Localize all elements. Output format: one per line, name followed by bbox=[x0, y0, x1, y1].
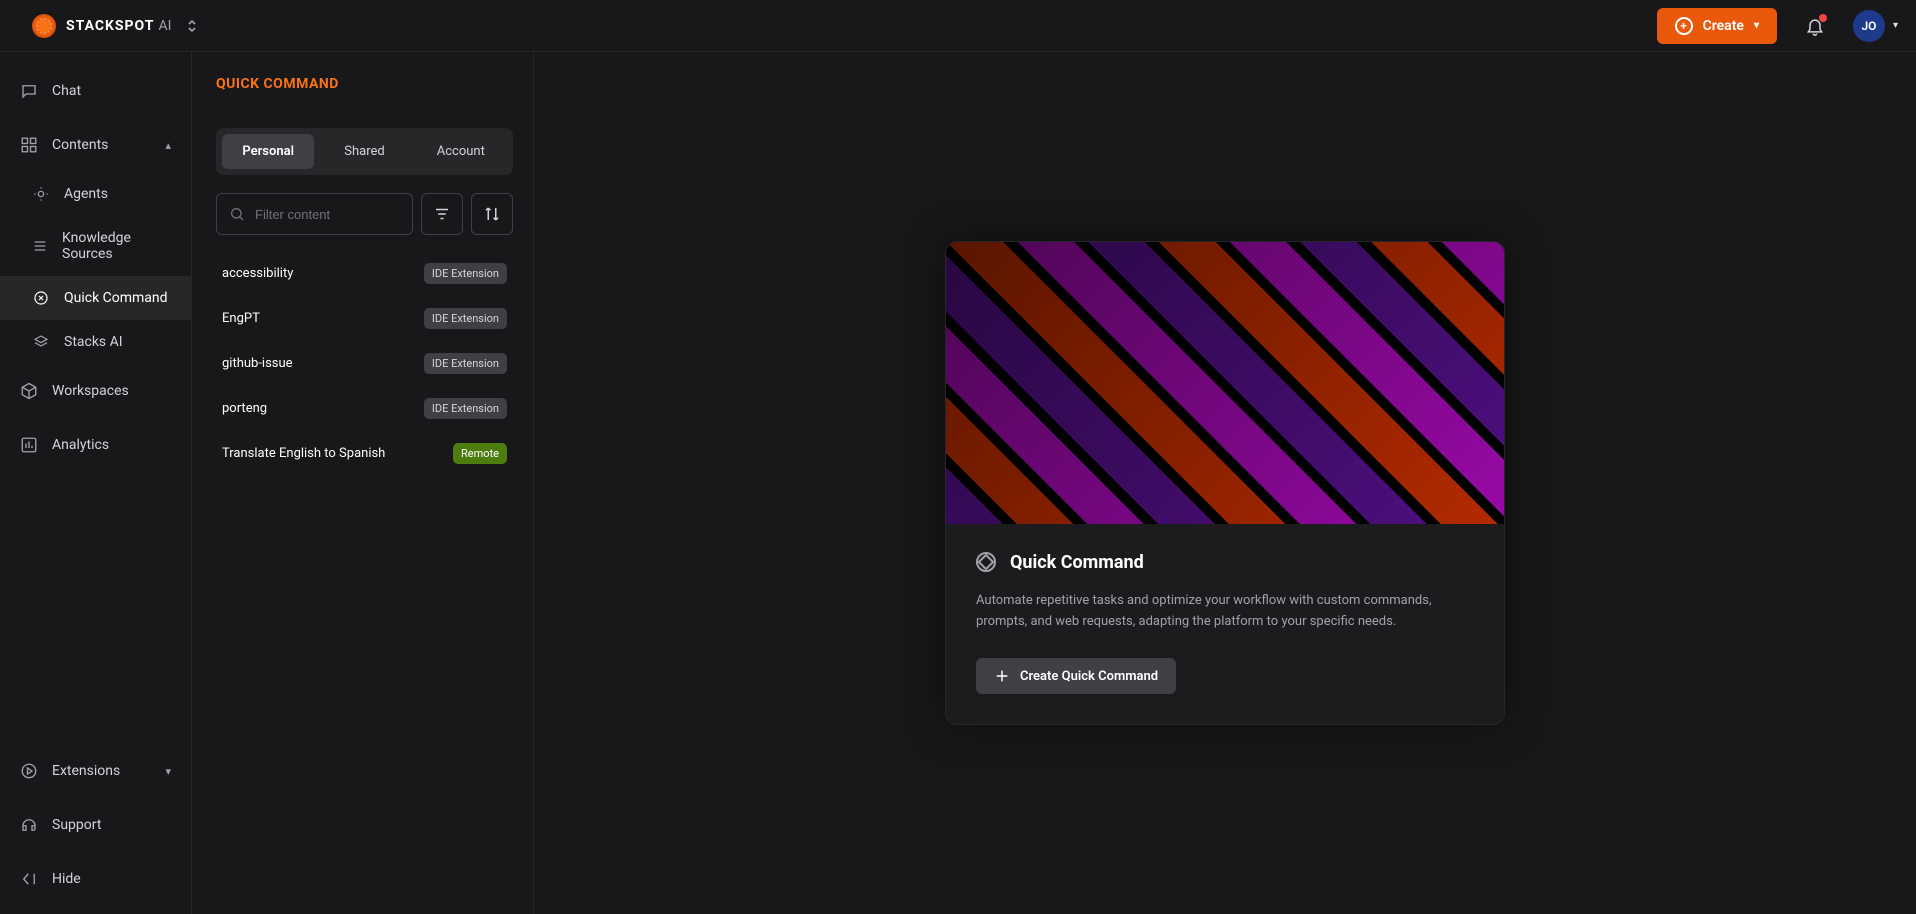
search-icon bbox=[229, 206, 245, 222]
play-icon bbox=[20, 762, 38, 780]
tab-shared[interactable]: Shared bbox=[318, 134, 410, 169]
panel-title: QUICK COMMAND bbox=[216, 76, 513, 92]
brand-name: STACKSPOTAI bbox=[66, 18, 171, 34]
updown-icon bbox=[187, 19, 197, 33]
sidebar-item-label: Knowledge Sources bbox=[62, 230, 171, 262]
notification-dot-icon bbox=[1819, 14, 1827, 22]
command-list: accessibility IDE Extension EngPT IDE Ex… bbox=[216, 251, 513, 476]
badge-remote: Remote bbox=[453, 443, 507, 464]
sidebar-item-label: Workspaces bbox=[52, 383, 129, 399]
chevron-down-icon: ▾ bbox=[1754, 20, 1759, 31]
cta-label: Create Quick Command bbox=[1020, 669, 1158, 684]
search-input-wrap bbox=[216, 193, 413, 235]
tab-personal[interactable]: Personal bbox=[222, 134, 314, 169]
main-content: Quick Command Automate repetitive tasks … bbox=[534, 52, 1916, 914]
headset-icon bbox=[20, 816, 38, 834]
plus-circle-icon: + bbox=[1675, 17, 1693, 35]
sidebar-item-label: Extensions bbox=[52, 763, 120, 779]
stack-icon bbox=[32, 238, 48, 254]
filter-icon bbox=[433, 205, 451, 223]
sidebar-item-agents[interactable]: Agents bbox=[0, 172, 191, 216]
scope-tabs: Personal Shared Account bbox=[216, 128, 513, 175]
sidebar-item-label: Support bbox=[52, 817, 101, 833]
badge-ide-extension: IDE Extension bbox=[424, 308, 507, 329]
card-description: Automate repetitive tasks and optimize y… bbox=[976, 591, 1474, 633]
command-ring-icon bbox=[976, 552, 996, 572]
sidebar-item-chat[interactable]: Chat bbox=[0, 64, 191, 118]
sidebar-item-label: Chat bbox=[52, 83, 81, 99]
sort-button[interactable] bbox=[471, 193, 513, 235]
sidebar-item-quick-command[interactable]: Quick Command bbox=[0, 276, 191, 320]
command-panel: QUICK COMMAND Personal Shared Account ac… bbox=[192, 52, 534, 914]
card-title: Quick Command bbox=[1010, 552, 1144, 573]
tab-account[interactable]: Account bbox=[415, 134, 507, 169]
sidebar-item-label: Analytics bbox=[52, 437, 109, 453]
sidebar-item-extensions[interactable]: Extensions ▾ bbox=[0, 744, 191, 798]
sidebar-item-label: Hide bbox=[52, 871, 81, 887]
create-button-label: Create bbox=[1703, 18, 1744, 34]
sidebar-item-label: Contents bbox=[52, 137, 108, 153]
list-item[interactable]: porteng IDE Extension bbox=[216, 386, 513, 431]
list-item[interactable]: accessibility IDE Extension bbox=[216, 251, 513, 296]
hero-image bbox=[946, 242, 1504, 524]
sidebar-item-contents[interactable]: Contents ▴ bbox=[0, 118, 191, 172]
list-item[interactable]: Translate English to Spanish Remote bbox=[216, 431, 513, 476]
sidebar: Chat Contents ▴ Agents Knowledge Source bbox=[0, 52, 192, 914]
plus-icon bbox=[994, 668, 1010, 684]
badge-ide-extension: IDE Extension bbox=[424, 263, 507, 284]
grid-icon bbox=[20, 136, 38, 154]
sidebar-item-knowledge-sources[interactable]: Knowledge Sources bbox=[0, 216, 191, 276]
layers-icon bbox=[32, 334, 50, 350]
create-button[interactable]: + Create ▾ bbox=[1657, 8, 1777, 44]
sort-icon bbox=[483, 205, 501, 223]
badge-ide-extension: IDE Extension bbox=[424, 398, 507, 419]
avatar: JO bbox=[1853, 10, 1885, 42]
search-input[interactable] bbox=[255, 207, 400, 222]
user-menu[interactable]: JO ▾ bbox=[1853, 10, 1898, 42]
sidebar-item-label: Agents bbox=[64, 186, 108, 202]
command-icon bbox=[32, 290, 50, 306]
app-header: STACKSPOTAI + Create ▾ JO ▾ bbox=[0, 0, 1916, 52]
notifications-button[interactable] bbox=[1805, 16, 1825, 36]
sidebar-item-analytics[interactable]: Analytics bbox=[0, 418, 191, 472]
sidebar-item-hide[interactable]: Hide bbox=[0, 852, 191, 906]
feature-card: Quick Command Automate repetitive tasks … bbox=[945, 241, 1505, 726]
header-actions: + Create ▾ JO ▾ bbox=[1657, 8, 1898, 44]
list-item[interactable]: EngPT IDE Extension bbox=[216, 296, 513, 341]
sidebar-item-label: Stacks AI bbox=[64, 334, 123, 350]
chart-icon bbox=[20, 436, 38, 454]
chat-icon bbox=[20, 82, 38, 100]
brand-switcher[interactable]: STACKSPOTAI bbox=[32, 14, 197, 38]
cube-icon bbox=[20, 382, 38, 400]
sidebar-item-stacks-ai[interactable]: Stacks AI bbox=[0, 320, 191, 364]
agent-icon bbox=[32, 186, 50, 202]
filter-button[interactable] bbox=[421, 193, 463, 235]
chevron-down-icon: ▾ bbox=[1893, 20, 1898, 31]
list-item[interactable]: github-issue IDE Extension bbox=[216, 341, 513, 386]
chevron-up-icon: ▴ bbox=[165, 139, 171, 152]
create-quick-command-button[interactable]: Create Quick Command bbox=[976, 658, 1176, 694]
badge-ide-extension: IDE Extension bbox=[424, 353, 507, 374]
sidebar-item-support[interactable]: Support bbox=[0, 798, 191, 852]
sidebar-item-label: Quick Command bbox=[64, 290, 168, 306]
collapse-icon bbox=[20, 870, 38, 888]
chevron-down-icon: ▾ bbox=[165, 765, 171, 778]
sidebar-item-workspaces[interactable]: Workspaces bbox=[0, 364, 191, 418]
brand-logo-icon bbox=[32, 14, 56, 38]
